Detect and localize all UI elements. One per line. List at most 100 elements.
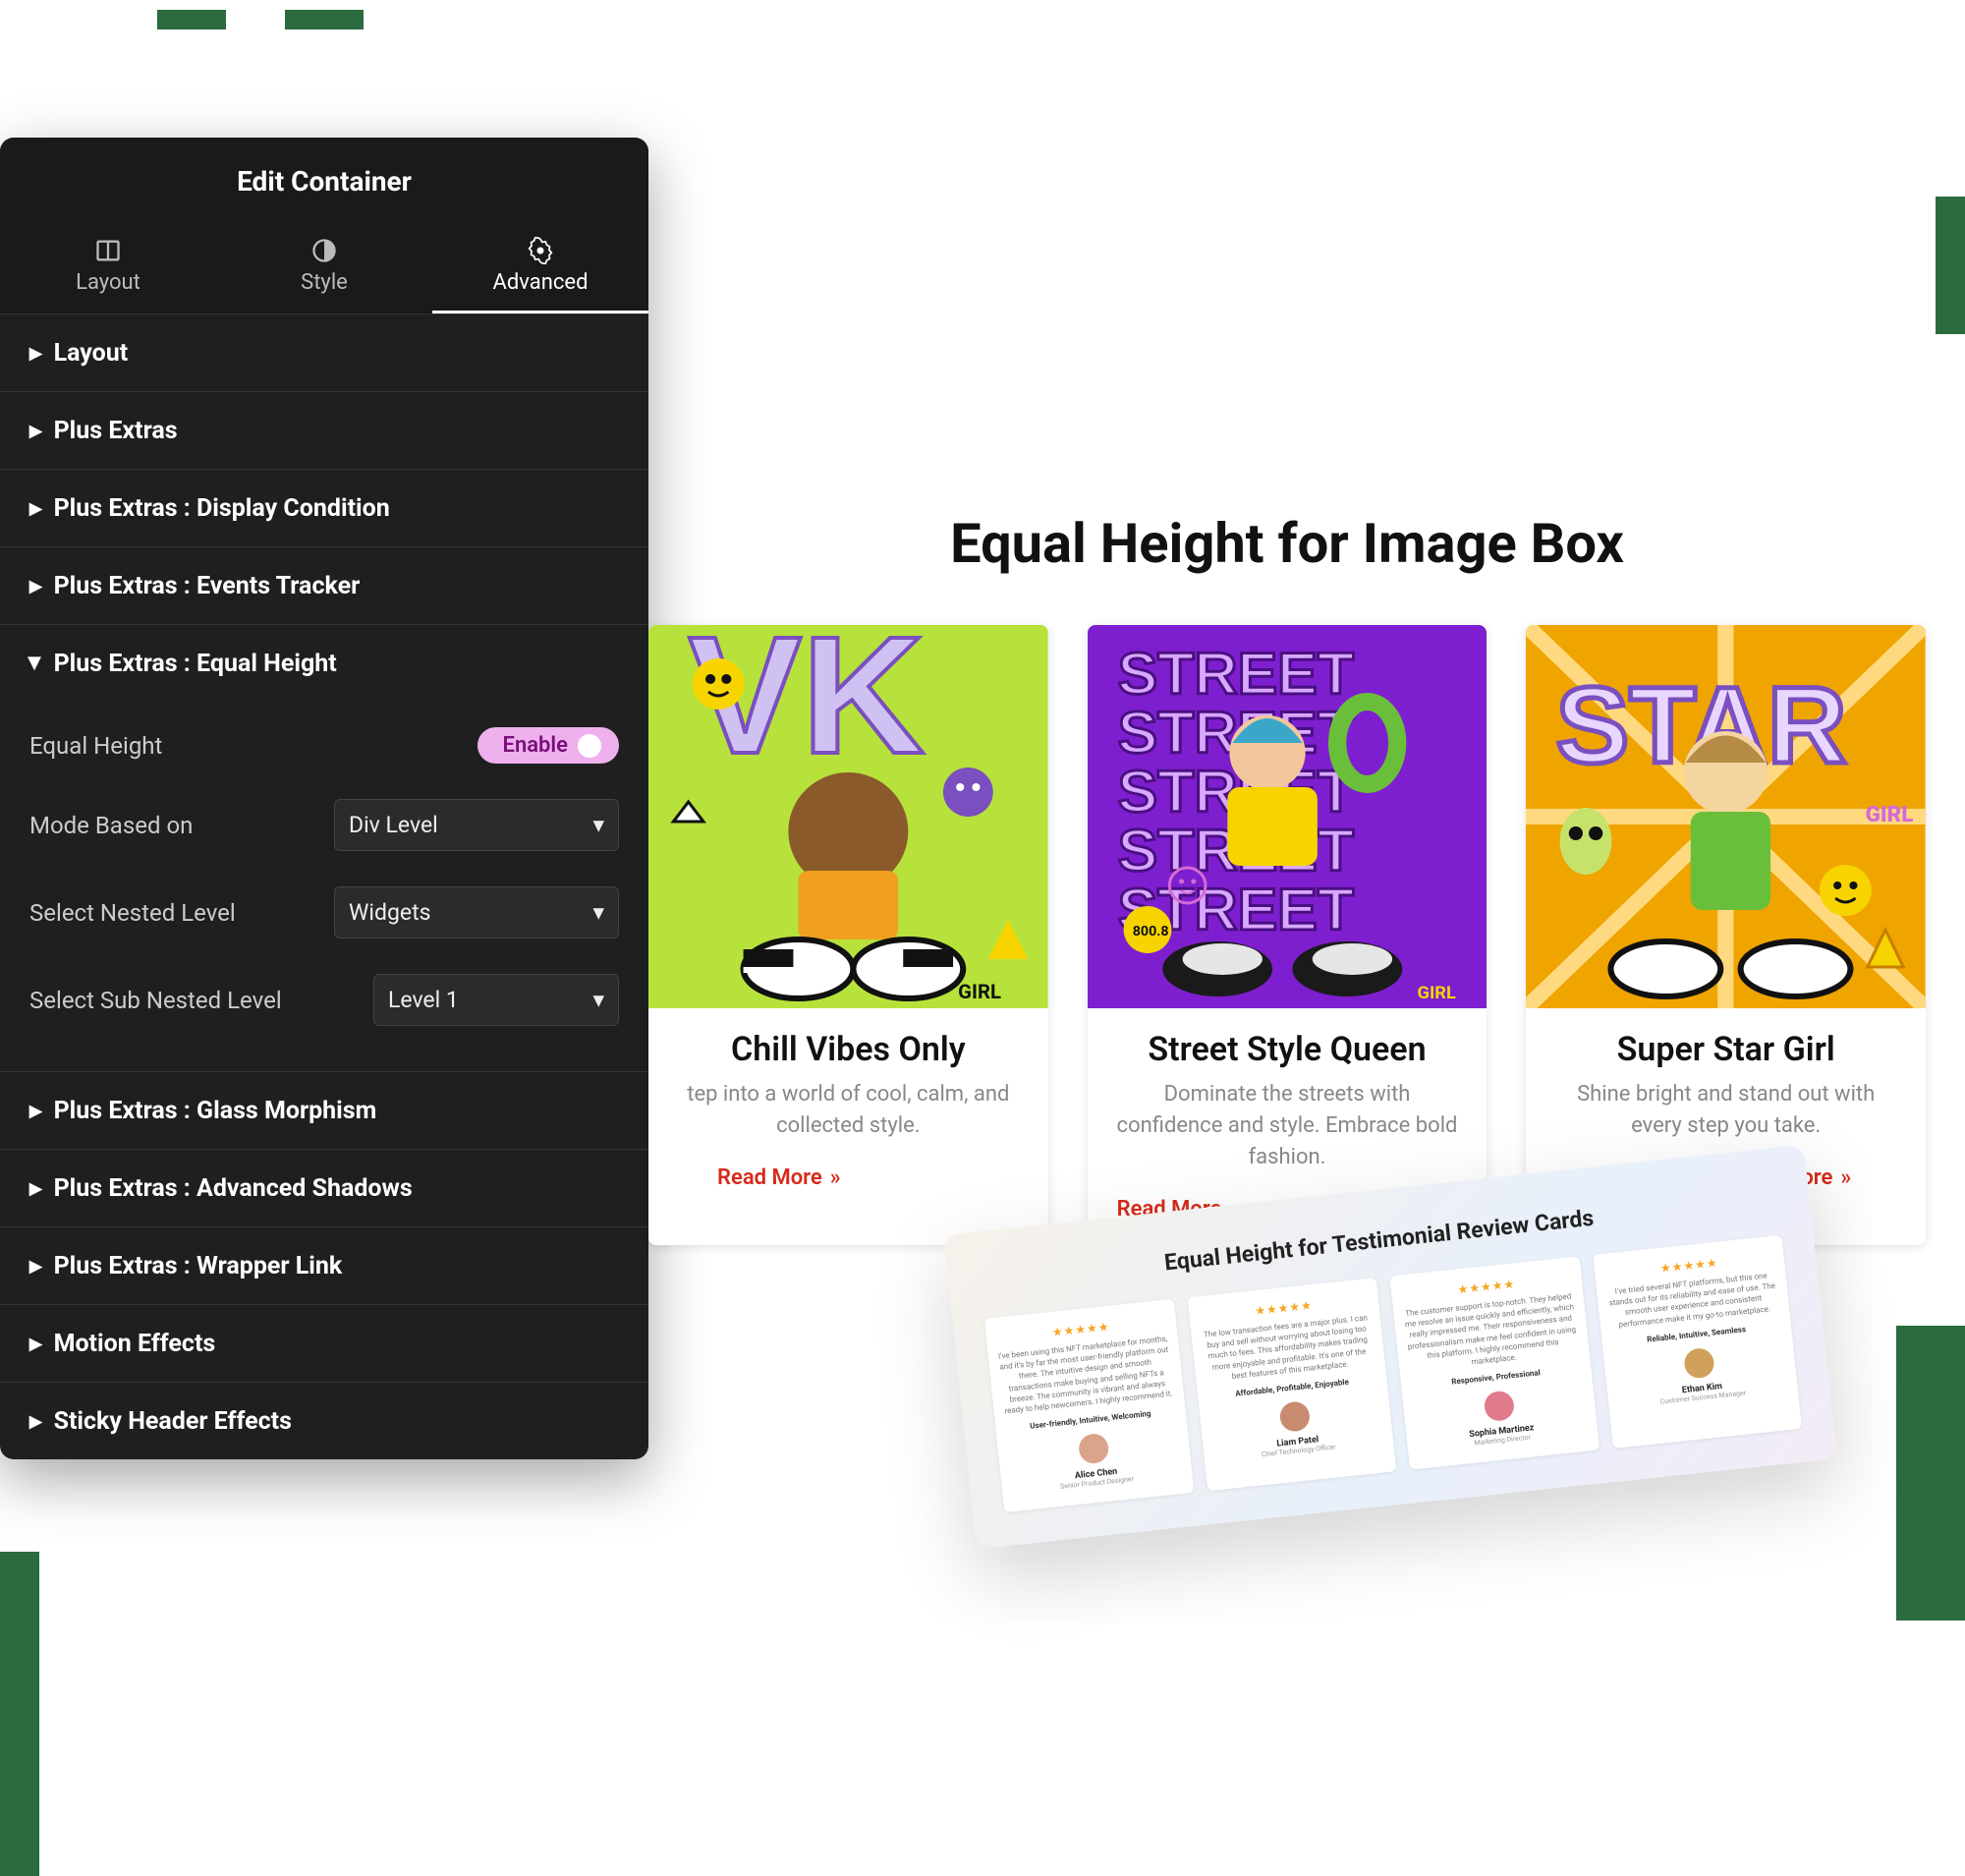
- image-box-card: STREETSTREETSTREETSTREETSTREET 800.8 GIR…: [1088, 625, 1488, 1245]
- tab-label: Advanced: [493, 270, 589, 295]
- section-label: Plus Extras : Equal Height: [54, 650, 337, 678]
- testimonial-item: ★★★★★ The customer support is top-notch.…: [1389, 1256, 1599, 1469]
- toggle-dot-icon: [578, 734, 601, 758]
- card-title: Super Star Girl: [1542, 1030, 1910, 1069]
- chevron-down-icon: ▾: [592, 899, 604, 926]
- chevron-down-icon: ▾: [592, 987, 604, 1013]
- select-value: Widgets: [349, 899, 430, 926]
- gear-icon: [527, 237, 554, 264]
- panel-title: Edit Container: [0, 138, 648, 221]
- section-glass-morphism[interactable]: ▸ Plus Extras : Glass Morphism: [0, 1072, 648, 1149]
- svg-text:STREET: STREET: [1117, 640, 1354, 706]
- sub-nested-label: Select Sub Nested Level: [29, 987, 373, 1014]
- section-equal-height[interactable]: ▸ Plus Extras : Equal Height: [0, 625, 648, 702]
- svg-text:GIRL: GIRL: [1417, 983, 1456, 1003]
- section-display-condition[interactable]: ▸ Plus Extras : Display Condition: [0, 470, 648, 546]
- avatar: [1483, 1390, 1515, 1422]
- testimonial-text: I've tried several NFT platforms, but th…: [1605, 1270, 1779, 1332]
- avatar: [1279, 1400, 1312, 1433]
- contrast-icon: [310, 237, 338, 264]
- chevron-right-icon: »: [1840, 1165, 1851, 1190]
- card-illustration: STREETSTREETSTREETSTREETSTREET 800.8 GIR…: [1088, 625, 1488, 1008]
- section-layout[interactable]: ▸ Layout: [0, 314, 648, 391]
- read-more-link[interactable]: Read More »: [717, 1165, 841, 1190]
- testimonial-item: ★★★★★ I've been using this NFT marketpla…: [984, 1299, 1194, 1512]
- equal-height-toggle[interactable]: Enable: [477, 727, 619, 764]
- testimonial-text: The low transaction fees are a major plu…: [1201, 1312, 1376, 1385]
- sub-nested-select[interactable]: Level 1 ▾: [373, 974, 619, 1026]
- caret-icon: ▸: [29, 571, 42, 600]
- chevron-down-icon: ▾: [592, 812, 604, 838]
- section-label: Layout: [54, 339, 129, 368]
- avatar: [1077, 1433, 1109, 1465]
- panel-tabs: Layout Style Advanced: [0, 221, 648, 314]
- decor-block: [0, 1552, 39, 1876]
- section-label: Plus Extras : Glass Morphism: [54, 1097, 377, 1125]
- toggle-label: Enable: [503, 733, 568, 758]
- caret-icon: ▸: [29, 1096, 42, 1125]
- section-wrapper-link[interactable]: ▸ Plus Extras : Wrapper Link: [0, 1227, 648, 1304]
- decor-block: [285, 10, 364, 29]
- svg-text:GIRL: GIRL: [1866, 802, 1914, 827]
- nested-label: Select Nested Level: [29, 899, 334, 927]
- section-plus-extras[interactable]: ▸ Plus Extras: [0, 392, 648, 469]
- section-equal-height-body: Equal Height Enable Mode Based on Div Le…: [0, 702, 648, 1071]
- chevron-right-icon: »: [830, 1165, 841, 1190]
- caret-icon: ▸: [29, 1329, 42, 1358]
- editor-panel: Edit Container Layout Style Advanced ▸ La…: [0, 138, 648, 1459]
- select-value: Level 1: [388, 987, 459, 1013]
- card-desc: Dominate the streets with confidence and…: [1115, 1079, 1460, 1173]
- tab-label: Style: [301, 270, 348, 295]
- section-events-tracker[interactable]: ▸ Plus Extras : Events Tracker: [0, 547, 648, 624]
- section-label: Motion Effects: [54, 1330, 216, 1358]
- svg-text:GIRL: GIRL: [958, 980, 1001, 1003]
- section-advanced-shadows[interactable]: ▸ Plus Extras : Advanced Shadows: [0, 1150, 648, 1226]
- image-box-card: VK GIRL Chill Vibes Only tep into a worl…: [648, 625, 1048, 1245]
- section-label: Plus Extras : Wrapper Link: [54, 1252, 343, 1280]
- caret-icon: ▸: [29, 493, 42, 523]
- caret-icon: ▸: [29, 338, 42, 368]
- decor-block: [1936, 197, 1965, 334]
- section-label: Plus Extras : Events Tracker: [54, 572, 361, 600]
- section-label: Plus Extras : Advanced Shadows: [54, 1174, 413, 1203]
- equal-height-label: Equal Height: [29, 732, 334, 760]
- select-value: Div Level: [349, 812, 438, 838]
- testimonial-text: I've been using this NFT marketplace for…: [997, 1334, 1174, 1417]
- card-desc: tep into a world of cool, calm, and coll…: [676, 1079, 1021, 1142]
- card-title: Street Style Queen: [1103, 1030, 1472, 1069]
- testimonial-item: ★★★★★ I've tried several NFT platforms, …: [1593, 1235, 1802, 1449]
- image-box-card: STAR GIRL Super Star Girl Shine bright a…: [1526, 625, 1926, 1245]
- card-title: Chill Vibes Only: [664, 1030, 1033, 1069]
- testimonial-item: ★★★★★ The low transaction fees are a maj…: [1187, 1278, 1396, 1491]
- decor-block: [1896, 1326, 1965, 1620]
- caret-icon: ▸: [29, 416, 42, 445]
- read-more-link[interactable]: ore»: [1801, 1165, 1851, 1190]
- caret-icon: ▸: [21, 657, 50, 670]
- tab-style[interactable]: Style: [216, 221, 432, 313]
- caret-icon: ▸: [29, 1173, 42, 1203]
- layout-icon: [94, 237, 122, 264]
- preview-area: Equal Height for Image Box VK GIRL: [648, 511, 1926, 1245]
- preview-title: Equal Height for Image Box: [648, 511, 1926, 576]
- nested-select[interactable]: Widgets ▾: [334, 886, 619, 938]
- card-illustration: STAR GIRL: [1526, 625, 1926, 1008]
- avatar: [1683, 1346, 1715, 1379]
- card-desc: Shine bright and stand out with every st…: [1553, 1079, 1898, 1142]
- section-sticky-header[interactable]: ▸ Sticky Header Effects: [0, 1383, 648, 1459]
- caret-icon: ▸: [29, 1406, 42, 1436]
- link-text: Read More: [717, 1165, 822, 1190]
- card-illustration: VK GIRL: [648, 625, 1048, 1008]
- section-motion-effects[interactable]: ▸ Motion Effects: [0, 1305, 648, 1382]
- section-label: Plus Extras: [54, 417, 178, 445]
- tab-layout[interactable]: Layout: [0, 221, 216, 313]
- caret-icon: ▸: [29, 1251, 42, 1280]
- tab-label: Layout: [76, 270, 140, 295]
- section-label: Sticky Header Effects: [54, 1407, 292, 1436]
- svg-text:800.8: 800.8: [1132, 924, 1168, 939]
- decor-block: [157, 10, 226, 29]
- section-label: Plus Extras : Display Condition: [54, 494, 390, 523]
- tab-advanced[interactable]: Advanced: [432, 221, 648, 313]
- mode-select[interactable]: Div Level ▾: [334, 799, 619, 851]
- testimonial-text: The customer support is top-notch. They …: [1403, 1290, 1580, 1374]
- mode-label: Mode Based on: [29, 812, 334, 839]
